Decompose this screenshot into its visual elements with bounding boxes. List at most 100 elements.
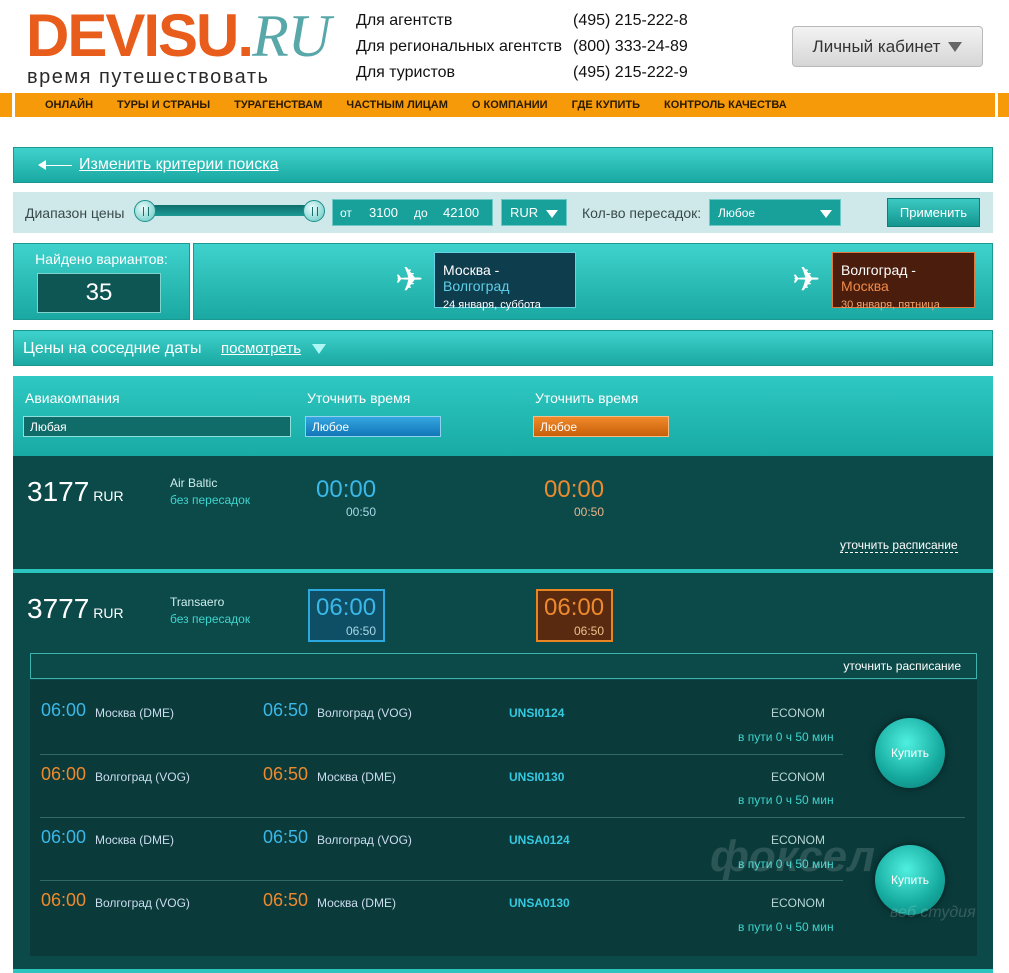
airline-filter-label: Авиакомпания <box>25 390 120 406</box>
route-outbound-card[interactable]: Москва - Волгоград 24 января, суббота <box>434 252 576 311</box>
segment-arrive-time: 06:50 <box>263 700 309 720</box>
route-back-to: Москва <box>841 278 889 294</box>
result-price: 3777 RUR <box>27 593 124 625</box>
stops-label: Кол-во пересадок: <box>582 205 702 221</box>
price-slider-track[interactable] <box>143 205 315 216</box>
plane-icon: ✈ <box>792 261 821 299</box>
price-currency: RUR <box>93 605 124 621</box>
watermark-text: фоксел <box>710 832 875 881</box>
segment-arrive-city: Москва (DME) <box>317 896 396 910</box>
airline-filter-input[interactable]: Любая <box>23 416 291 437</box>
route-back-from: Волгоград <box>841 262 908 278</box>
segment-depart-time: 06:00 <box>41 764 87 784</box>
contact-label-tourists: Для туристов <box>356 64 455 81</box>
flight-duration: в пути 0 ч 50 мин <box>738 793 834 807</box>
out-arrive-time: 00:50 <box>346 505 377 519</box>
segment-arrive-city: Москва (DME) <box>317 770 396 784</box>
cabinet-label: Личный кабинет <box>812 36 941 56</box>
nav-item-online[interactable]: ОНЛАЙН <box>45 99 93 111</box>
result-row: 3177 RUR Air Baltic без пересадок 00:00 0… <box>13 456 993 569</box>
fare-class: ECONOM <box>771 706 825 720</box>
nav-item-agencies[interactable]: ТУРАГЕНСТВАМ <box>234 99 322 111</box>
chevron-down-icon <box>948 41 963 52</box>
flight-segment-row: 06:00 Волгоград (VOG) 06:50 Москва (DME)… <box>30 754 977 817</box>
segment-depart-time: 06:00 <box>41 890 87 910</box>
currency-select[interactable]: RUR <box>501 199 567 226</box>
nav-item-quality[interactable]: КОНТРОЛЬ КАЧЕСТВА <box>664 99 787 111</box>
currency-value: RUR <box>510 205 539 220</box>
contact-label-agencies: Для агентств <box>356 12 453 29</box>
price-currency: RUR <box>93 488 124 504</box>
back-arrive-time: 00:50 <box>574 505 605 519</box>
nav-item-about[interactable]: О КОМПАНИИ <box>472 99 548 111</box>
watermark-subtext: веб студия <box>890 904 976 921</box>
segment-depart-time: 06:00 <box>41 827 87 847</box>
plane-icon: ✈ <box>395 261 424 299</box>
buy-button[interactable]: Купить <box>875 718 945 788</box>
schedule-bar: уточнить расписание <box>30 653 977 679</box>
nav-item-private[interactable]: ЧАСТНЫМ ЛИЦАМ <box>346 99 448 111</box>
route-return-card[interactable]: Волгоград - Москва 30 января, пятница <box>832 252 975 311</box>
chevron-down-icon <box>546 210 558 218</box>
neighbour-dates-link[interactable]: посмотреть <box>221 340 301 357</box>
route-out-from: Москва <box>443 262 491 278</box>
route-back-dash: - <box>907 262 916 278</box>
chevron-down-icon <box>820 210 832 218</box>
flight-segment-row: 06:00 Волгоград (VOG) 06:50 Москва (DME)… <box>30 880 977 943</box>
price-from-input[interactable]: 3100 <box>369 205 398 220</box>
schedule-link[interactable]: уточнить расписание <box>840 538 958 553</box>
stops-text: без пересадок <box>170 612 251 626</box>
nav-edge-left <box>0 93 12 117</box>
main-nav: ОНЛАЙН ТУРЫ И СТРАНЫ ТУРАГЕНСТВАМ ЧАСТНЫ… <box>12 93 995 117</box>
schedule-link[interactable]: уточнить расписание <box>843 659 961 673</box>
out-depart-time: 00:00 <box>316 476 377 503</box>
found-count: 35 <box>37 273 161 313</box>
segment-depart-city: Москва (DME) <box>95 706 174 720</box>
out-depart-time: 06:00 <box>316 594 377 621</box>
back-arrive-time: 06:50 <box>574 624 605 638</box>
logo-main-text: DEVISU. <box>26 2 254 69</box>
change-search-link[interactable]: Изменить критерии поиска <box>79 156 278 174</box>
flight-details: 06:00 Москва (DME) 06:50 Волгоград (VOG)… <box>30 680 977 956</box>
logo[interactable]: DEVISU.RU <box>26 2 331 69</box>
flight-number: UNSA0124 <box>509 833 570 847</box>
personal-cabinet-button[interactable]: Личный кабинет <box>792 26 983 67</box>
back-time-filter-select[interactable]: Любое <box>533 416 669 437</box>
out-time-box[interactable]: 06:00 06:50 <box>308 589 385 642</box>
back-depart-time: 00:00 <box>544 476 605 503</box>
flight-duration: в пути 0 ч 50 мин <box>738 920 834 934</box>
flight-number: UNSI0130 <box>509 770 565 784</box>
arrow-left-icon <box>38 160 72 170</box>
fare-class: ECONOM <box>771 896 825 910</box>
price-to-input[interactable]: 42100 <box>443 205 479 220</box>
price-range-label: Диапазон цены <box>25 205 125 221</box>
price-from-label: от <box>340 206 352 220</box>
found-label: Найдено вариантов: <box>35 251 168 267</box>
airline-name: Transaero <box>170 595 225 609</box>
fare-class: ECONOM <box>771 770 825 784</box>
result-divider <box>13 969 993 973</box>
segment-arrive-city: Волгоград (VOG) <box>317 833 412 847</box>
segment-depart-city: Волгоград (VOG) <box>95 770 190 784</box>
segment-arrive-city: Волгоград (VOG) <box>317 706 412 720</box>
nav-item-where-buy[interactable]: ГДЕ КУПИТЬ <box>572 99 640 111</box>
triangle-down-icon[interactable] <box>312 344 326 354</box>
segment-depart-city: Волгоград (VOG) <box>95 896 190 910</box>
price-slider-min-handle[interactable] <box>134 200 156 222</box>
price-value: 3777 <box>27 593 90 624</box>
back-time-filter-label: Уточнить время <box>535 390 639 406</box>
out-time-filter-select[interactable]: Любое <box>305 416 441 437</box>
contact-phone-regional: (800) 333-24-89 <box>573 38 688 55</box>
nav-item-tours[interactable]: ТУРЫ И СТРАНЫ <box>117 99 210 111</box>
back-time-box[interactable]: 06:00 06:50 <box>536 589 613 642</box>
out-time-filter-label: Уточнить время <box>307 390 411 406</box>
segment-depart-time: 06:00 <box>41 700 87 720</box>
segment-depart-city: Москва (DME) <box>95 833 174 847</box>
segment-arrive-time: 06:50 <box>263 890 309 910</box>
stops-select[interactable]: Любое <box>709 199 841 226</box>
route-out-to: Волгоград <box>443 278 510 294</box>
logo-tagline: время путешествовать <box>27 66 270 88</box>
price-slider-max-handle[interactable] <box>303 200 325 222</box>
apply-button[interactable]: Применить <box>887 198 980 227</box>
route-out-date: 24 января, суббота <box>443 299 541 311</box>
